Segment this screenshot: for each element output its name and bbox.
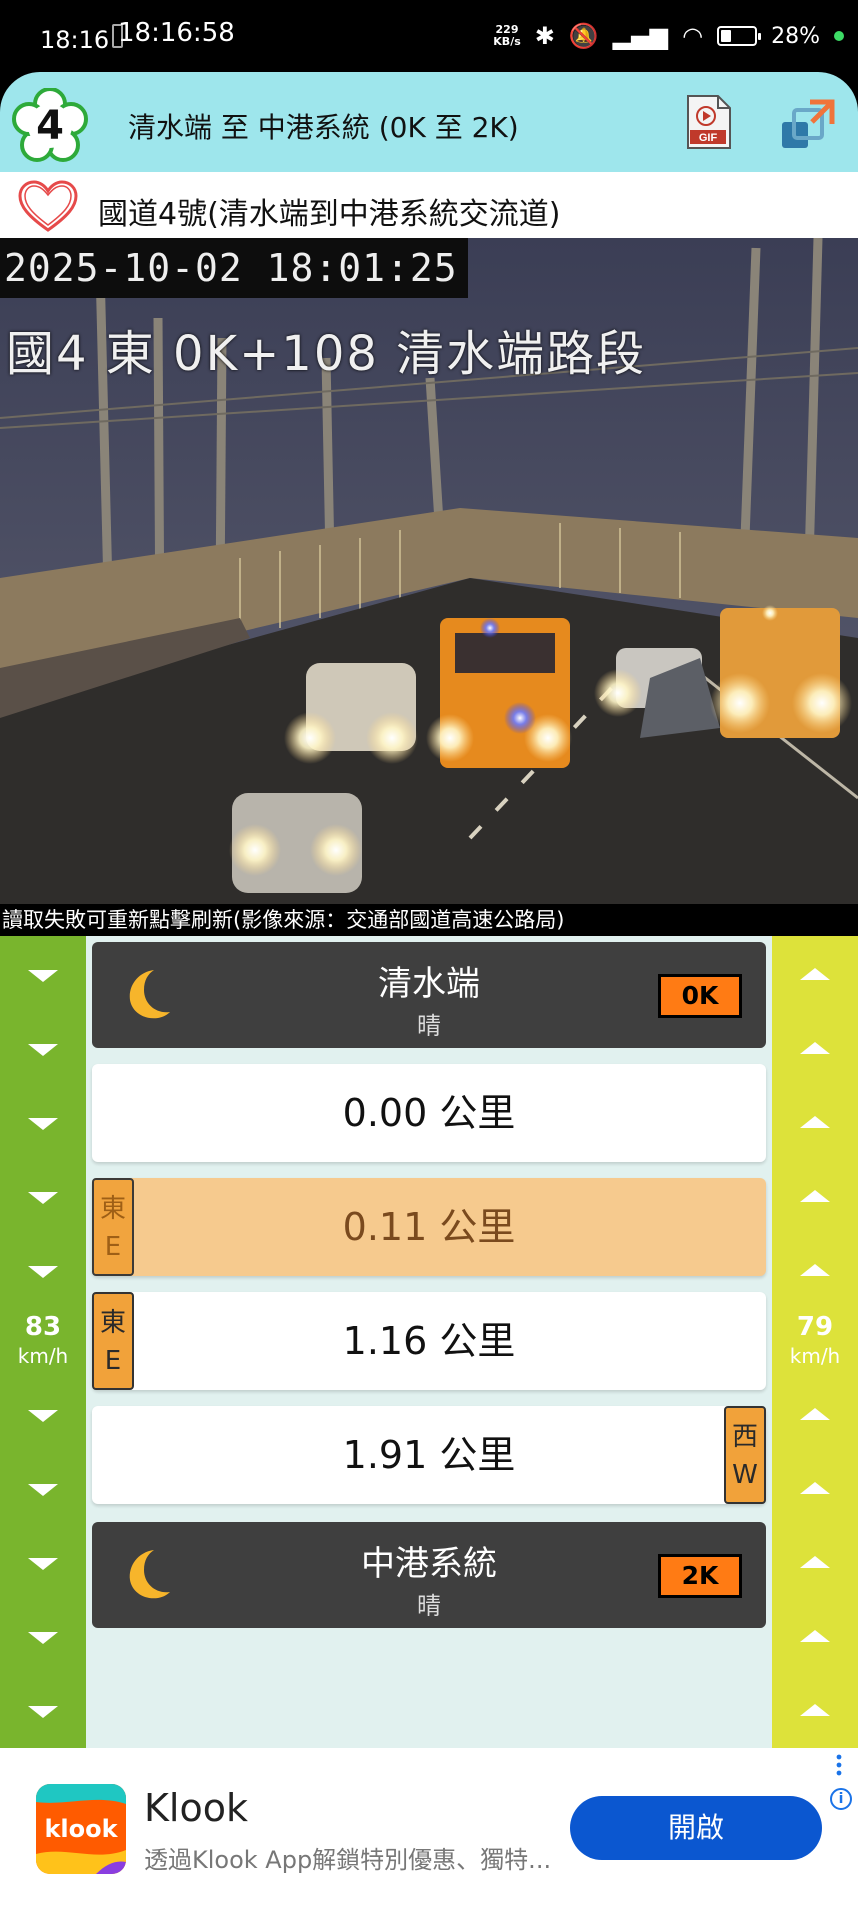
- svg-text:GIF: GIF: [699, 132, 718, 144]
- chevron-up-icon: [800, 968, 830, 980]
- chevron-up-icon: [800, 1264, 830, 1276]
- right-speed-value: 79: [796, 1312, 834, 1342]
- segment-row[interactable]: 1.91 公里 西 W: [92, 1406, 766, 1504]
- left-speed: 83 km/h: [0, 1312, 86, 1368]
- mute-icon: 🔕: [568, 22, 599, 50]
- chevron-up-icon: [800, 1190, 830, 1202]
- direction-tag-en: E: [104, 1346, 122, 1376]
- info-icon[interactable]: i: [830, 1788, 852, 1810]
- right-speed: 79 km/h: [772, 1312, 858, 1368]
- gif-icon[interactable]: GIF: [684, 94, 732, 150]
- status-bar: 18:16 18:16:58 229 KB/s ✱ 🔕 ▂▄▆ ◠ 28%: [0, 0, 858, 72]
- eastbound-strip[interactable]: 79 km/h: [772, 936, 858, 1748]
- chevron-up-icon: [800, 1042, 830, 1054]
- chevron-down-icon: [28, 1044, 58, 1056]
- bluetooth-icon: ✱: [534, 22, 555, 50]
- battery-icon: [717, 26, 762, 46]
- direction-tag-cn: 東: [99, 1194, 126, 1224]
- right-speed-unit: km/h: [789, 1344, 841, 1368]
- signal-icon: ▂▄▆: [612, 22, 669, 50]
- chevron-up-icon: [800, 1116, 830, 1128]
- chevron-down-icon: [28, 1558, 58, 1570]
- chevron-down-icon: [28, 1266, 58, 1278]
- more-vertical-icon[interactable]: [836, 1754, 842, 1776]
- ad-description: 透過Klook App解鎖特別優惠、獨特...: [144, 1846, 552, 1874]
- chevron-up-icon: [800, 1408, 830, 1420]
- overlay-clock: 18:16:58: [118, 18, 235, 48]
- privacy-dot-icon: [834, 31, 844, 41]
- page-title: 清水端 至 中港系統 (0K 至 2K): [128, 111, 519, 144]
- favorite-bar: 國道4號(清水端到中港系統交流道): [0, 172, 858, 238]
- chevron-up-icon: [800, 1556, 830, 1568]
- direction-tag-en: E: [104, 1232, 122, 1262]
- app-header: 4 清水端 至 中港系統 (0K 至 2K) GIF: [0, 72, 858, 172]
- km-badge: 0K: [658, 974, 742, 1018]
- camera-caption: 讀取失敗可重新點擊刷新(影像來源：交通部國道高速公路局): [0, 904, 858, 936]
- direction-tag-cn: 西: [731, 1422, 758, 1452]
- westbound-strip[interactable]: 83 km/h: [0, 936, 86, 1748]
- ad-logo-text: klook: [44, 1815, 118, 1843]
- segment-row[interactable]: 1.16 公里 東 E: [92, 1292, 766, 1390]
- station-card[interactable]: 清水端 晴 0K: [92, 942, 766, 1048]
- status-time: 18:16: [40, 26, 110, 54]
- chevron-down-icon: [28, 1118, 58, 1130]
- left-speed-unit: km/h: [17, 1344, 69, 1368]
- direction-tag-east: 東 E: [92, 1292, 134, 1390]
- chevron-up-icon: [800, 1704, 830, 1716]
- direction-tag-en: W: [732, 1460, 758, 1490]
- station-card[interactable]: 中港系統 晴 2K: [92, 1522, 766, 1628]
- net-speed-unit: KB/s: [493, 35, 521, 48]
- chevron-down-icon: [28, 1632, 58, 1644]
- route-badge: 4: [12, 87, 88, 164]
- klook-logo: klook: [36, 1784, 126, 1874]
- chevron-up-icon: [800, 1630, 830, 1642]
- direction-tag-west: 西 W: [724, 1406, 766, 1504]
- chevron-up-icon: [800, 1482, 830, 1494]
- km-badge: 2K: [658, 1554, 742, 1598]
- camera-location: 國4 東 0K+108 清水端路段: [6, 326, 647, 382]
- segment-distance: 0.00 公里: [342, 1091, 516, 1135]
- segment-distance: 1.91 公里: [342, 1433, 516, 1477]
- route-number: 4: [36, 103, 64, 149]
- wifi-icon: ◠: [682, 22, 704, 50]
- chevron-down-icon: [28, 1410, 58, 1422]
- direction-tag-east: 東 E: [92, 1178, 134, 1276]
- chevron-down-icon: [28, 1706, 58, 1718]
- camera-timestamp: 2025-10-02 18:01:25: [0, 238, 468, 298]
- segment-distance: 1.16 公里: [342, 1319, 516, 1363]
- ad-title: Klook: [144, 1786, 248, 1830]
- chevron-down-icon: [28, 1484, 58, 1496]
- expand-icon[interactable]: [780, 98, 836, 150]
- battery-percent: 28%: [771, 23, 820, 49]
- segment-row[interactable]: 0.11 公里 東 E: [92, 1178, 766, 1276]
- chevron-down-icon: [28, 1192, 58, 1204]
- ad-open-button[interactable]: 開啟: [570, 1796, 822, 1860]
- heart-icon[interactable]: [18, 180, 78, 234]
- route-panel: 83 km/h 79 km/h 清水端 晴 0K 0.00 公里 0.11 公里…: [0, 936, 858, 1748]
- direction-tag-cn: 東: [99, 1308, 126, 1338]
- net-speed: 229 KB/s: [493, 24, 520, 48]
- segment-distance: 0.11 公里: [342, 1205, 516, 1249]
- left-speed-value: 83: [24, 1312, 62, 1342]
- chevron-down-icon: [28, 970, 58, 982]
- status-icons: 229 KB/s ✱ 🔕 ▂▄▆ ◠ 28%: [493, 22, 844, 50]
- traffic-camera-image[interactable]: 2025-10-02 18:01:25 國4 東 0K+108 清水端路段: [0, 238, 858, 904]
- ad-banner[interactable]: i klook Klook 透過Klook App解鎖特別優惠、獨特... 開啟: [0, 1748, 858, 1907]
- segment-row[interactable]: 0.00 公里: [92, 1064, 766, 1162]
- favorite-title: 國道4號(清水端到中港系統交流道): [98, 197, 561, 232]
